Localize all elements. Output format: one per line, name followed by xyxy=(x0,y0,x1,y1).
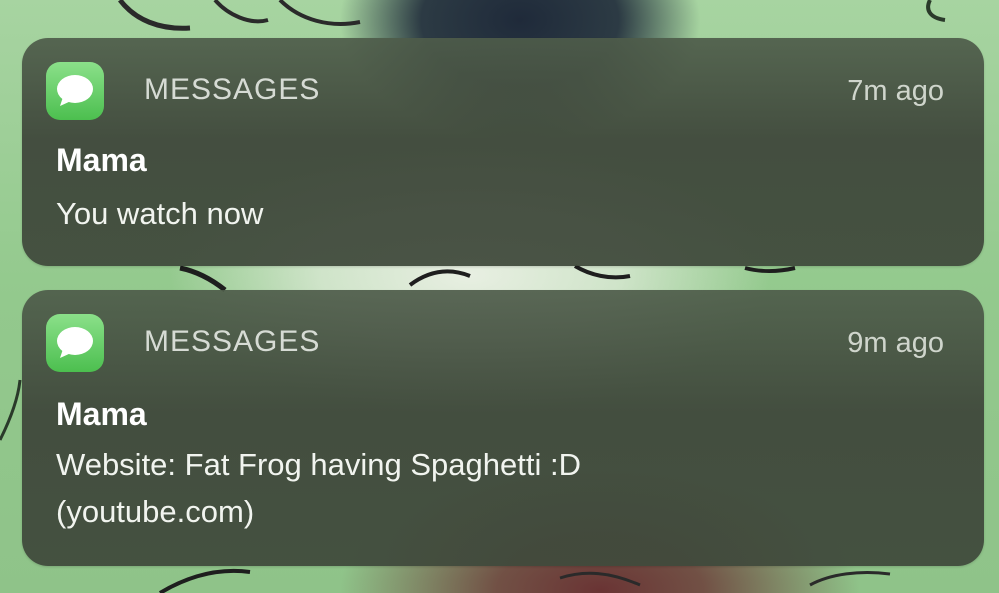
message-link[interactable]: (youtube.com) xyxy=(56,488,936,535)
notification-card[interactable]: MESSAGES 9m ago Mama Website: Fat Frog h… xyxy=(22,290,984,566)
message-line: You watch now xyxy=(56,196,264,231)
notification-header: MESSAGES 7m ago xyxy=(46,60,944,120)
message-line: Website: Fat Frog having Spaghetti :D xyxy=(56,447,581,482)
notification-header: MESSAGES 9m ago xyxy=(46,312,944,372)
notification-time: 9m ago xyxy=(847,327,944,359)
messages-icon xyxy=(46,314,104,372)
sender-name: Mama xyxy=(56,396,147,432)
messages-icon xyxy=(46,62,104,120)
app-name: MESSAGES xyxy=(144,325,321,358)
sender-name: Mama xyxy=(56,142,147,178)
notification-card[interactable]: MESSAGES 7m ago Mama You watch now xyxy=(22,38,984,266)
message-body: Website: Fat Frog having Spaghetti :D (y… xyxy=(56,441,936,535)
message-body: You watch now xyxy=(56,190,936,237)
notification-time: 7m ago xyxy=(847,75,944,107)
app-name: MESSAGES xyxy=(144,73,321,106)
